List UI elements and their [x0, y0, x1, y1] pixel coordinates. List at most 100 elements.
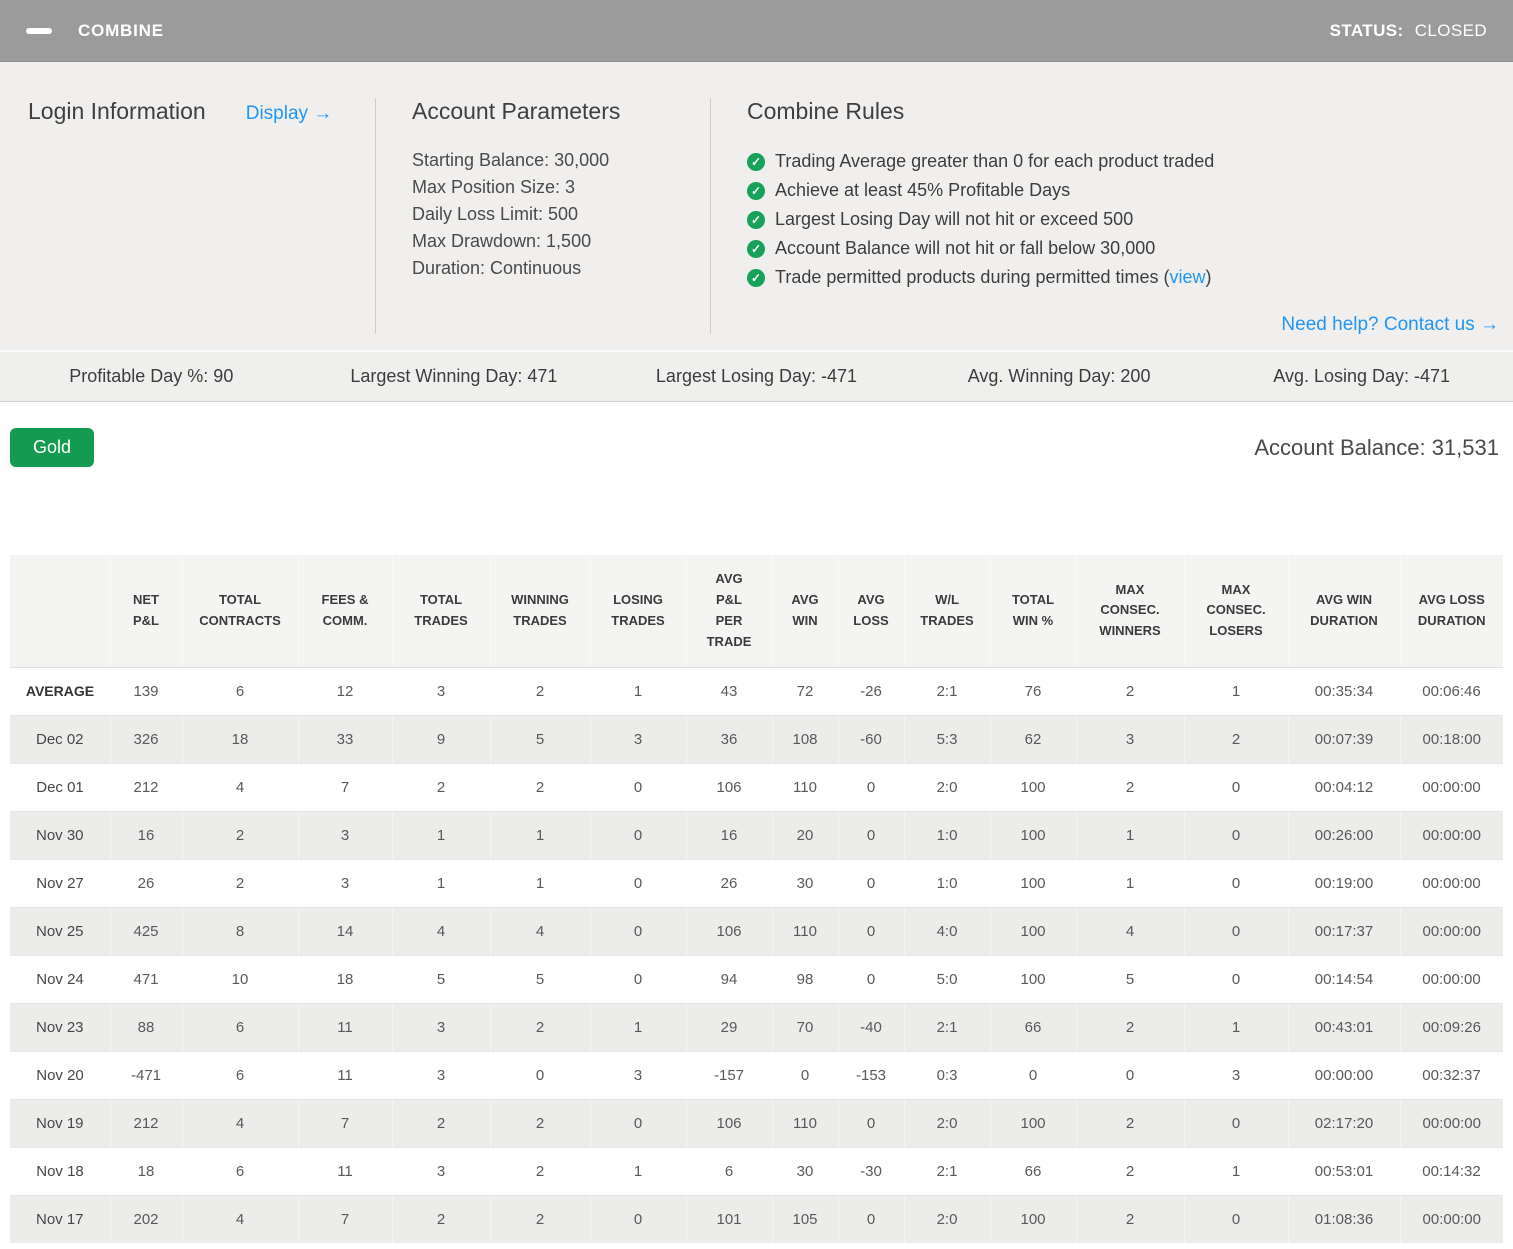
row-label: AVERAGE: [25, 683, 95, 699]
cell: 100: [989, 810, 1076, 859]
cell: 4:0: [903, 906, 990, 955]
stat-item: Avg. Winning Day: 200: [967, 366, 1151, 386]
cell: 1:0: [903, 810, 990, 859]
combine-rule-item: ✓ Achieve at least 45% Profitable Days: [747, 176, 1513, 205]
cell: 1: [1075, 810, 1184, 859]
cell: 2: [535, 682, 545, 700]
cell: 2: [181, 810, 298, 859]
cell: 00:06:46: [1422, 682, 1481, 700]
table-row: Nov 27 26 2 3 1 1 0 26 30 0 1:0 100 1 0 00:19:00 00:00:…: [10, 858, 1503, 907]
cell: 6: [235, 682, 245, 700]
cell: 7: [298, 762, 392, 811]
stat-item: Largest Winning Day: 471: [350, 366, 558, 386]
table-row: Nov 24 471 10 18 5 5 0 94 98 0 5:0 100 5 0 00:14:54 00:…: [10, 954, 1503, 1003]
cell: 66: [989, 1002, 1076, 1051]
cell: 0:3: [904, 1050, 990, 1099]
cell: 0: [838, 762, 904, 811]
cell: 00:32:37: [1400, 1050, 1503, 1099]
table-row: Nov 25 425 8 14 4 4 0 106 110 0 4:0 100 4 0 00:17:37 00…: [10, 906, 1503, 955]
combine-rules-heading: Combine Rules: [747, 98, 905, 124]
cell: 2: [391, 1098, 490, 1147]
cell: 3: [1184, 1050, 1288, 1099]
product-row: Gold Account Balance: 31,531: [0, 402, 1513, 467]
cell: 00:00:00: [1400, 954, 1503, 1003]
cell: 00:18:00: [1399, 714, 1503, 763]
check-icon: ✓: [747, 181, 765, 200]
contact-us-link[interactable]: Need help? Contact us →: [1281, 314, 1499, 336]
cell: 00:07:39: [1287, 714, 1400, 763]
cell: 26: [110, 858, 182, 907]
cell: 0: [1183, 906, 1288, 955]
combine-rule-text: Trading Average greater than 0 for each …: [775, 151, 1215, 171]
cell: 72: [796, 682, 814, 700]
account-parameter-item: Max Drawdown: 1,500: [412, 231, 592, 251]
cell: 2: [1183, 714, 1288, 763]
account-parameter-item: Starting Balance: 30,000: [412, 150, 610, 170]
cell: 26: [686, 858, 772, 907]
daily-performance-table: NET P&L TOTAL CONTRACTS FEES & COMM. TOTAL TRAD…: [10, 555, 1503, 1243]
account-parameter-item: Duration: Continuous: [412, 258, 582, 278]
cell: 0: [1076, 1050, 1184, 1099]
cell: 0: [990, 1050, 1076, 1099]
cell: 0: [589, 1194, 686, 1243]
minimize-icon[interactable]: [26, 27, 52, 34]
cell: 2: [392, 762, 490, 811]
table-row: Nov 19 212 4 7 2 2 0 106 110 0 2:0 100 2 0 02:17:20 00:…: [10, 1098, 1503, 1147]
stats-bar: Profitable Day %: 90 Largest Winning Day:…: [0, 352, 1513, 402]
cell: 1: [1184, 1146, 1288, 1195]
cell: 43: [720, 682, 738, 700]
cell: 100: [989, 906, 1076, 955]
row-label: Nov 24: [10, 954, 110, 1003]
combine-rule-text: Account Balance will not hit or fall bel…: [775, 238, 1156, 258]
column-header: TOTAL WIN %: [989, 555, 1076, 668]
cell: 106: [685, 1098, 772, 1147]
combine-rule-item: ✓ Account Balance will not hit or fall be…: [747, 234, 1513, 263]
table-row: Nov 23 88 6 11 3 2 1 29 70 -40 2:1 66 2 1 00:43:01 00:0…: [10, 1002, 1503, 1051]
table-row: Nov 17 202 4 7 2 2 0 101 105 0 2:0 100 2 0 01:08:36 00:…: [10, 1194, 1503, 1243]
cell: 0: [837, 1098, 904, 1147]
view-link[interactable]: view: [1170, 267, 1206, 287]
cell: 5: [489, 714, 590, 763]
gold-product-button[interactable]: Gold: [10, 428, 95, 467]
cell: 4: [181, 1194, 298, 1243]
cell: 0: [1183, 810, 1288, 859]
cell: 94: [686, 954, 772, 1003]
combine-rule-text: Trade permitted products during permitte…: [775, 267, 1212, 287]
column-header: TOTAL TRADES: [391, 555, 490, 668]
cell: 66: [990, 1146, 1076, 1195]
cell: 100: [989, 1098, 1076, 1147]
cell: 106: [685, 906, 772, 955]
cell: 36: [685, 714, 772, 763]
cell: 2: [489, 1098, 590, 1147]
cell: 33: [297, 714, 392, 763]
cell: 00:35:34: [1314, 682, 1374, 700]
cell: 7: [297, 1098, 392, 1147]
cell: 4: [182, 762, 298, 811]
account-parameter-item: Max Position Size: 3: [412, 177, 576, 197]
cell: 0: [589, 906, 686, 955]
cell: 6: [181, 1002, 298, 1051]
cell: 2:0: [904, 762, 990, 811]
cell: 18: [110, 1146, 182, 1195]
combine-rule-item: ✓ Trade permitted products during permitt…: [747, 263, 1513, 292]
cell: 100: [989, 1194, 1076, 1243]
column-header: MAX CONSEC. WINNERS: [1075, 555, 1184, 668]
cell: 106: [686, 762, 772, 811]
display-link[interactable]: Display →: [246, 103, 333, 125]
cell: 10: [182, 954, 298, 1003]
account-parameters-heading: Account Parameters: [412, 98, 621, 124]
cell: 0: [837, 1194, 904, 1243]
cell: 14: [297, 906, 392, 955]
column-header: AVG LOSS: [837, 555, 904, 668]
cell: 11: [298, 1050, 392, 1099]
cell: -157: [686, 1050, 772, 1099]
cell: 0: [1184, 762, 1288, 811]
cell: 16: [109, 810, 182, 859]
table-row: Dec 02 326 18 33 9 5 3 36 108 -60 5:3 62 3 2 00:07:39 0…: [10, 714, 1503, 763]
column-header: AVG WIN: [771, 555, 838, 668]
table-row: Dec 01 212 4 7 2 2 0 106 110 0 2:0 100 2 0 00:04:12 00:…: [10, 762, 1503, 811]
status-badge: STATUS: CLOSED: [1330, 21, 1487, 41]
cell: 1: [490, 858, 590, 907]
window-title: COMBINE: [78, 20, 164, 40]
cell: 2:1: [904, 1146, 990, 1195]
